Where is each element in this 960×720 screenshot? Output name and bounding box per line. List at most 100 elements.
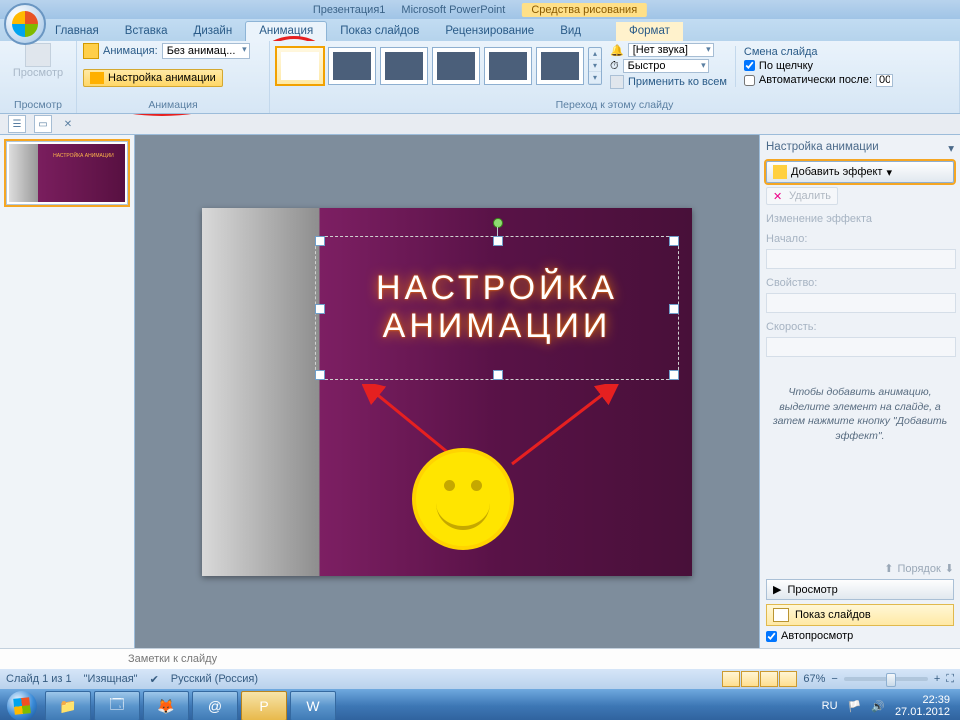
office-button[interactable] bbox=[4, 3, 46, 45]
property-label: Свойство: bbox=[766, 277, 954, 289]
pane-speed-dropdown bbox=[766, 337, 956, 357]
pane-preview-button[interactable]: ▶Просмотр bbox=[766, 579, 954, 600]
handle-t[interactable] bbox=[493, 236, 503, 246]
taskbar-powerpoint[interactable]: P bbox=[241, 691, 287, 720]
handle-br[interactable] bbox=[669, 370, 679, 380]
taskbar-app-2[interactable]: @ bbox=[192, 691, 238, 720]
custom-animation-button[interactable]: Настройка анимации bbox=[83, 69, 223, 87]
start-label: Начало: bbox=[766, 233, 954, 245]
zoom-slider[interactable] bbox=[844, 677, 928, 681]
tray-volume-icon[interactable]: 🔊 bbox=[871, 700, 885, 713]
gallery-scroll[interactable]: ▴▾▾ bbox=[588, 47, 602, 85]
smiley-eye-left bbox=[444, 480, 455, 491]
annotation-arrow-right bbox=[502, 384, 622, 474]
smiley-shape[interactable] bbox=[412, 448, 514, 550]
animation-icon bbox=[83, 43, 99, 59]
tab-home[interactable]: Главная bbox=[42, 22, 112, 41]
taskbar-firefox[interactable]: 🦊 bbox=[143, 691, 189, 720]
remove-label: Удалить bbox=[789, 190, 831, 202]
handle-l[interactable] bbox=[315, 304, 325, 314]
tab-insert[interactable]: Вставка bbox=[112, 22, 181, 41]
tab-animation[interactable]: Анимация bbox=[245, 21, 327, 41]
tab-slideshow[interactable]: Показ слайдов bbox=[327, 22, 432, 41]
status-language[interactable]: Русский (Россия) bbox=[171, 673, 258, 685]
gear-icon bbox=[90, 72, 104, 84]
transition-gallery[interactable]: ▴▾▾ bbox=[276, 45, 602, 87]
tray-time: 22:39 bbox=[895, 694, 950, 706]
start-dropdown bbox=[766, 249, 956, 269]
auto-after-input[interactable] bbox=[876, 74, 893, 87]
fit-window[interactable]: ⛶ bbox=[946, 673, 954, 686]
slide-thumb-1[interactable]: 1 НАСТРОЙКА АНИМАЦИИ bbox=[6, 141, 128, 205]
close-pane-btn[interactable]: ✕ bbox=[60, 116, 76, 132]
auto-after-label: Автоматически после: bbox=[759, 74, 872, 86]
handle-tl[interactable] bbox=[315, 236, 325, 246]
on-click-checkbox[interactable]: По щелчку bbox=[744, 60, 893, 72]
apply-all-button[interactable]: Применить ко всем bbox=[610, 75, 727, 89]
handle-bl[interactable] bbox=[315, 370, 325, 380]
animation-label: Анимация: bbox=[103, 45, 158, 57]
transition-thumb-3[interactable] bbox=[432, 47, 480, 85]
title-placeholder[interactable]: НАСТРОЙКА АНИМАЦИИ bbox=[327, 248, 667, 368]
preview-button[interactable]: Просмотр bbox=[6, 43, 70, 79]
group-animation-label: Анимация bbox=[83, 97, 263, 111]
slides-btn[interactable]: ▭ bbox=[34, 115, 52, 133]
slide-sheet: НАСТРОЙКА АНИМАЦИИ bbox=[202, 208, 692, 576]
title-bar: Презентация1 Microsoft PowerPoint Средст… bbox=[0, 0, 960, 19]
slide-number: 1 bbox=[0, 144, 1, 155]
taskbar-word[interactable]: W bbox=[290, 691, 336, 720]
pane-dropdown-icon[interactable]: ▾ bbox=[948, 141, 954, 155]
zoom-in[interactable]: + bbox=[934, 673, 940, 685]
transition-thumb-1[interactable] bbox=[328, 47, 376, 85]
view-buttons[interactable] bbox=[722, 671, 797, 687]
preview-label: Просмотр bbox=[13, 67, 63, 79]
handle-b[interactable] bbox=[493, 370, 503, 380]
toolbar-row: ☰ ▭ ✕ bbox=[0, 114, 960, 135]
transition-thumb-5[interactable] bbox=[536, 47, 584, 85]
speed-dropdown[interactable]: Быстро bbox=[623, 59, 709, 73]
handle-r[interactable] bbox=[669, 304, 679, 314]
pane-hint: Чтобы добавить анимацию, выделите элемен… bbox=[766, 361, 954, 468]
smiley-mouth bbox=[436, 500, 490, 530]
transition-thumb-4[interactable] bbox=[484, 47, 532, 85]
chevron-down-icon: ▾ bbox=[886, 166, 892, 179]
tray-flag-icon[interactable]: 🏳️ bbox=[848, 700, 862, 713]
auto-after-checkbox[interactable]: Автоматически после: bbox=[744, 74, 893, 87]
transition-none[interactable] bbox=[276, 47, 324, 85]
notes-bar[interactable]: Заметки к слайду bbox=[0, 648, 960, 669]
taskbar-explorer[interactable]: 📁 bbox=[45, 691, 91, 720]
ribbon-tabs: Главная Вставка Дизайн Анимация Показ сл… bbox=[0, 19, 960, 41]
tab-design[interactable]: Дизайн bbox=[181, 22, 246, 41]
pane-preview-label: Просмотр bbox=[787, 584, 837, 596]
sound-dropdown[interactable]: [Нет звука] bbox=[628, 43, 714, 57]
thumbnails-pane[interactable]: 1 НАСТРОЙКА АНИМАЦИИ bbox=[0, 135, 135, 648]
animation-dropdown[interactable]: Без анимац... bbox=[162, 43, 250, 59]
tab-format[interactable]: Формат bbox=[616, 22, 683, 41]
group-transition-label: Переход к этому слайду bbox=[276, 97, 953, 111]
doc-name: Презентация1 bbox=[313, 4, 386, 16]
transition-thumb-2[interactable] bbox=[380, 47, 428, 85]
rotate-handle[interactable] bbox=[493, 218, 503, 228]
add-effect-button[interactable]: Добавить эффект ▾ bbox=[766, 161, 954, 183]
pane-slideshow-button[interactable]: Показ слайдов bbox=[766, 604, 954, 626]
spellcheck-icon[interactable]: ✔ bbox=[150, 673, 159, 686]
system-tray[interactable]: RU 🏳️ 🔊 22:39 27.01.2012 bbox=[822, 694, 958, 718]
tab-view[interactable]: Вид bbox=[547, 22, 594, 41]
tray-lang[interactable]: RU bbox=[822, 700, 838, 712]
outline-btn[interactable]: ☰ bbox=[8, 115, 26, 133]
order-label: Порядок bbox=[897, 563, 940, 575]
status-theme: "Изящная" bbox=[84, 673, 138, 685]
start-button[interactable] bbox=[2, 689, 42, 720]
tab-review[interactable]: Рецензирование bbox=[432, 22, 547, 41]
transition-options: 🔔[Нет звука] ⏱Быстро Применить ко всем bbox=[610, 43, 727, 89]
custom-animation-pane: Настройка анимации ▾ Добавить эффект ▾ ✕… bbox=[759, 135, 960, 648]
add-effect-label: Добавить эффект bbox=[791, 166, 882, 178]
autopreview-checkbox[interactable]: Автопросмотр bbox=[766, 630, 954, 642]
taskbar-app-1[interactable]: 🗔 bbox=[94, 691, 140, 720]
handle-tr[interactable] bbox=[669, 236, 679, 246]
smiley-eye-right bbox=[471, 480, 482, 491]
tray-clock[interactable]: 22:39 27.01.2012 bbox=[895, 694, 950, 718]
zoom-out[interactable]: − bbox=[831, 673, 837, 685]
slide-canvas[interactable]: НАСТРОЙКА АНИМАЦИИ bbox=[135, 135, 759, 648]
sound-icon: 🔔 bbox=[610, 44, 624, 57]
